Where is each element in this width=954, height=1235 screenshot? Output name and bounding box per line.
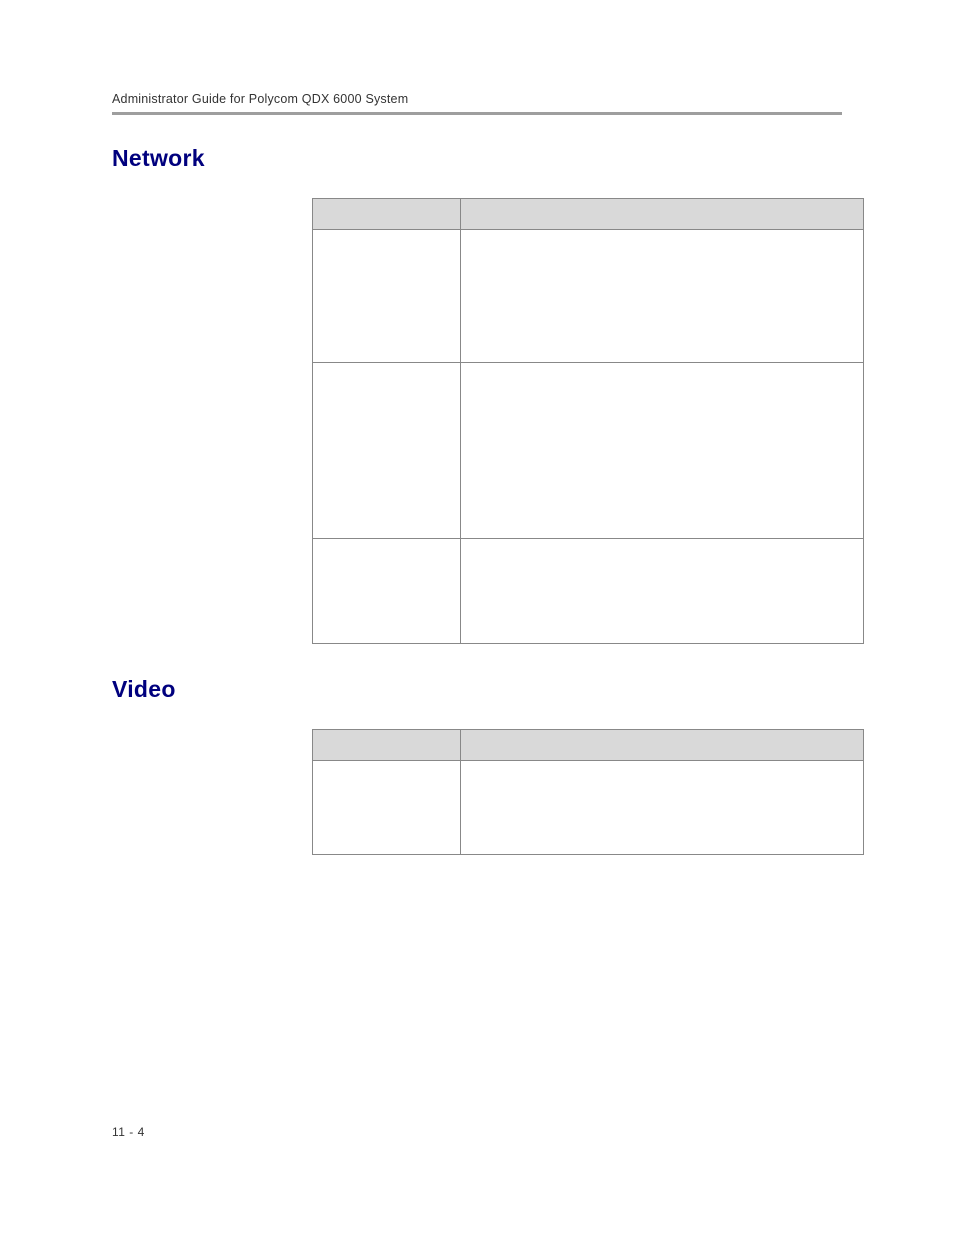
document-page: Administrator Guide for Polycom QDX 6000… [0, 0, 954, 1235]
video-header-col1 [313, 730, 461, 761]
page-number: 11 - 4 [112, 1125, 145, 1139]
network-cell [313, 230, 461, 363]
video-header-col2 [460, 730, 863, 761]
network-cell [460, 363, 863, 539]
section-title-network: Network [112, 145, 954, 172]
video-cell [313, 761, 461, 855]
network-cell [460, 230, 863, 363]
network-header-col1 [313, 199, 461, 230]
table-row [313, 539, 864, 644]
video-table [312, 729, 864, 855]
video-cell [460, 761, 863, 855]
network-cell [313, 539, 461, 644]
network-cell [460, 539, 863, 644]
network-cell [313, 363, 461, 539]
table-row [313, 230, 864, 363]
section-title-video: Video [112, 676, 954, 703]
network-table [312, 198, 864, 644]
table-row [313, 761, 864, 855]
table-header-row [313, 730, 864, 761]
page-header-title: Administrator Guide for Polycom QDX 6000… [112, 92, 954, 106]
header-rule [112, 112, 842, 115]
table-header-row [313, 199, 864, 230]
table-row [313, 363, 864, 539]
network-header-col2 [460, 199, 863, 230]
